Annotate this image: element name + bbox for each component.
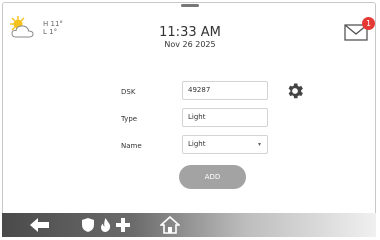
back-arrow-icon[interactable]: [30, 218, 50, 232]
name-value: Light: [188, 140, 206, 148]
fire-icon[interactable]: [100, 218, 111, 232]
unread-badge: 1: [362, 17, 375, 30]
dsk-value: 49287: [188, 86, 211, 94]
add-button[interactable]: ADD: [179, 165, 246, 189]
home-icon[interactable]: [160, 216, 180, 234]
dsk-label: DSK: [121, 88, 136, 96]
pull-down-handle[interactable]: [181, 4, 199, 7]
type-value: Light: [188, 113, 206, 121]
gear-icon[interactable]: [285, 81, 305, 101]
type-field[interactable]: Light: [182, 108, 268, 127]
chevron-down-icon: ▾: [257, 141, 261, 148]
type-label: Type: [121, 115, 138, 123]
medical-cross-icon[interactable]: [116, 218, 130, 232]
clock-date: Nov 26 2025: [164, 40, 216, 49]
security-shield-icon[interactable]: [82, 218, 94, 232]
clock-time: 11:33 AM: [159, 25, 221, 40]
name-label: Name: [121, 142, 142, 150]
bottom-nav-bar: [2, 213, 376, 237]
dsk-field[interactable]: 49287: [182, 81, 268, 100]
name-dropdown[interactable]: Light ▾: [182, 135, 268, 154]
